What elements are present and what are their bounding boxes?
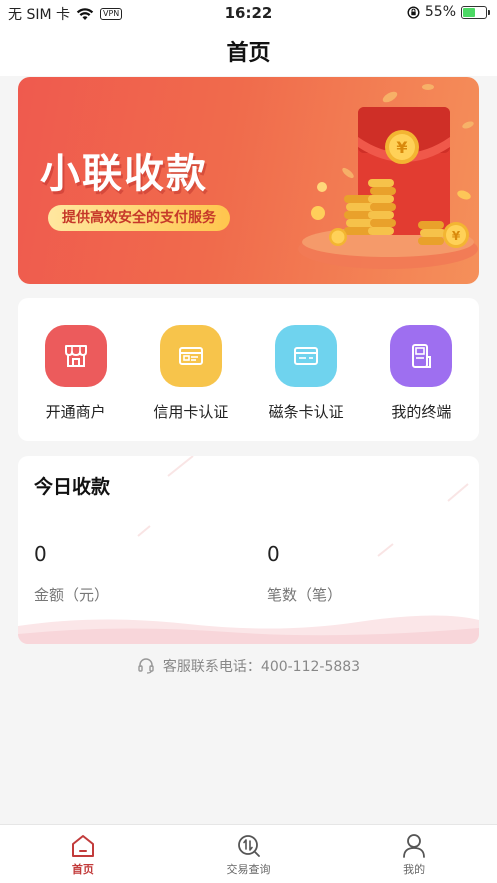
transaction-search-icon <box>237 835 260 857</box>
page-title: 首页 <box>226 41 271 66</box>
nav-bar: 首页 <box>0 26 497 76</box>
today-collection-card: 今日收款 0 金额（元） 0 笔数（笔） <box>18 456 479 644</box>
bottom-tab-bar: 首页 交易查询 我的 <box>0 824 497 883</box>
coin-yuan-symbol: ¥ <box>396 138 407 157</box>
home-icon <box>71 835 94 857</box>
count-label: 笔数（笔） <box>267 586 343 604</box>
magnetic-card-icon <box>294 347 319 365</box>
tab-label: 首页 <box>71 863 94 876</box>
tab-label: 我的 <box>403 863 426 876</box>
tab-label: 交易查询 <box>226 863 271 876</box>
quick-menu: 开通商户 信用卡认证 磁条卡认证 我的终端 <box>18 298 479 441</box>
card-wave-decoration <box>18 615 479 644</box>
menu-label: 我的终端 <box>391 403 452 421</box>
menu-item-my-terminal[interactable]: 我的终端 <box>364 298 479 441</box>
user-icon <box>403 834 426 858</box>
battery-fill <box>463 7 476 17</box>
menu-icon-box <box>390 325 453 387</box>
menu-label: 磁条卡认证 <box>268 403 344 421</box>
banner-subtitle: 提供高效安全的支付服务 <box>48 205 230 231</box>
amount-label: 金额（元） <box>34 586 110 604</box>
menu-icon-box <box>44 325 107 387</box>
count-value: 0 <box>267 542 280 566</box>
tab-transaction-query[interactable]: 交易查询 <box>166 825 332 883</box>
amount-value: 0 <box>34 542 47 566</box>
status-right: 55% <box>407 4 490 20</box>
orientation-lock-icon <box>407 5 420 19</box>
battery-percent: 55% <box>424 4 456 20</box>
menu-icon-box <box>159 325 222 387</box>
menu-label: 开通商户 <box>45 403 106 421</box>
coin-yuan-symbol: ¥ <box>452 229 461 243</box>
count-stat: 0 笔数（笔） <box>267 542 342 605</box>
storefront-icon <box>64 345 87 367</box>
battery-icon <box>461 5 490 19</box>
status-bar: 无 SIM 卡 VPN 16:22 55% <box>0 0 497 26</box>
banner-title: 小联收款 <box>40 151 208 197</box>
pos-terminal-icon <box>412 344 432 368</box>
customer-service-hotline[interactable]: 客服联系电话：400-112-5883 <box>0 656 497 676</box>
headset-icon <box>138 658 154 674</box>
menu-item-credit-card-auth[interactable]: 信用卡认证 <box>133 298 248 441</box>
hotline-text: 客服联系电话：400-112-5883 <box>162 659 361 675</box>
red-envelope-coins-illustration: ¥ ¥ <box>298 84 478 269</box>
credit-card-icon <box>178 347 203 365</box>
menu-label: 信用卡认证 <box>153 403 229 421</box>
menu-item-open-merchant[interactable]: 开通商户 <box>18 298 133 441</box>
tab-home[interactable]: 首页 <box>0 825 166 883</box>
menu-item-magstripe-card-auth[interactable]: 磁条卡认证 <box>249 298 364 441</box>
menu-icon-box <box>275 325 338 387</box>
gold-coin-large: ¥ <box>385 130 419 164</box>
today-title: 今日收款 <box>34 476 111 498</box>
amount-stat: 0 金额（元） <box>34 542 109 605</box>
tab-mine[interactable]: 我的 <box>331 825 497 883</box>
promo-banner[interactable]: 小联收款 提供高效安全的支付服务 ¥ ¥ <box>18 77 479 284</box>
